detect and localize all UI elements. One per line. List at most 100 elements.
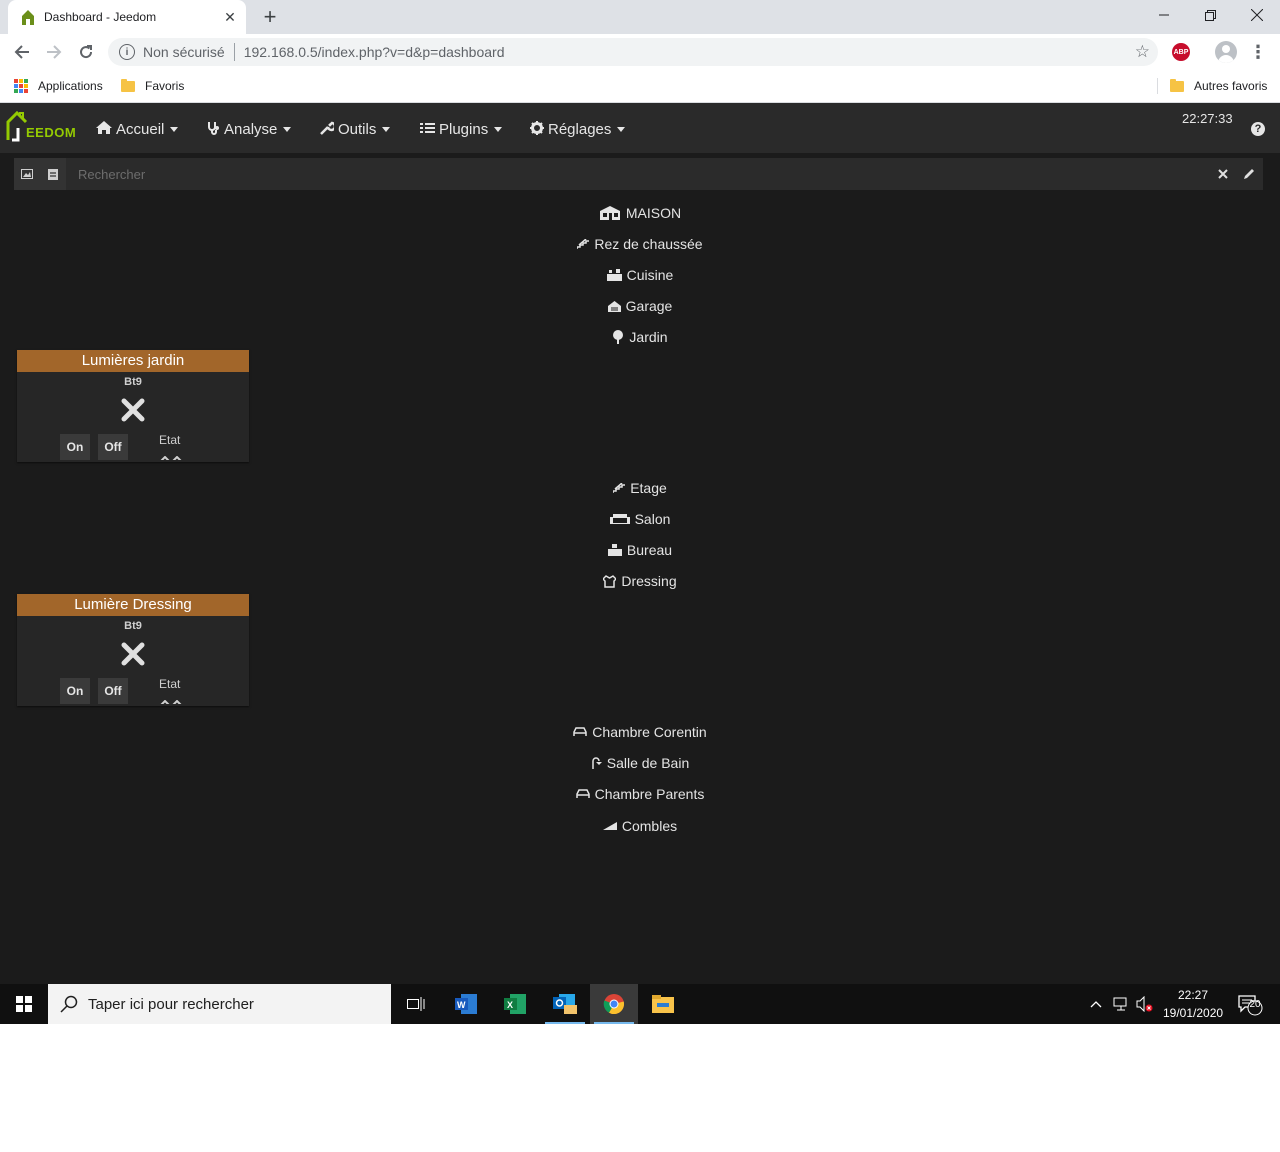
restore-button[interactable] xyxy=(1187,0,1233,30)
bookmark-applications[interactable]: Applications xyxy=(14,76,103,96)
widget-title[interactable]: Lumières jardin xyxy=(17,350,249,372)
widget-cmd-name: Bt9 xyxy=(124,376,142,388)
search-input[interactable] xyxy=(78,161,1210,187)
omnibox-separator xyxy=(233,43,235,61)
chevron-down-icon xyxy=(170,126,179,132)
stairs-icon xyxy=(577,239,590,249)
widget-cmd-name: Bt9 xyxy=(124,620,142,632)
state-off-x-icon[interactable] xyxy=(121,398,145,422)
room-jardin-label[interactable]: Jardin xyxy=(629,327,667,347)
edit-mode-button[interactable] xyxy=(1236,158,1262,190)
minimize-button[interactable] xyxy=(1141,0,1187,30)
taskbar-search-box[interactable]: Taper ici pour rechercher xyxy=(48,984,391,1024)
room-rdc-label[interactable]: Rez de chaussée xyxy=(594,234,702,254)
taskbar-file-explorer[interactable] xyxy=(639,984,687,1024)
menu-plugins-label: Plugins xyxy=(439,120,489,138)
room-bureau-label[interactable]: Bureau xyxy=(627,540,672,560)
reload-button[interactable] xyxy=(74,40,98,64)
tray-chevron-up-icon[interactable] xyxy=(1089,996,1103,1012)
jeedom-logo[interactable]: EEDOM xyxy=(6,110,78,146)
taskbar-outlook[interactable] xyxy=(541,984,589,1024)
menu-outils[interactable]: Outils xyxy=(320,119,391,139)
room-jardin: Jardin xyxy=(0,327,1280,347)
room-bureau: Bureau xyxy=(0,540,1280,560)
network-icon[interactable] xyxy=(1112,996,1130,1012)
pencil-icon xyxy=(1244,169,1254,179)
bookmark-star-icon[interactable]: ☆ xyxy=(1135,42,1150,62)
taskbar-date[interactable]: 19/01/2020 xyxy=(1163,1006,1223,1020)
menu-accueil[interactable]: Accueil xyxy=(96,119,179,139)
bookmarks-divider xyxy=(1157,78,1158,94)
picture-toggle-button[interactable] xyxy=(14,158,40,190)
forward-button[interactable] xyxy=(42,40,66,64)
browser-tabstrip: Dashboard - Jeedom ✕ + xyxy=(0,0,1280,34)
on-button[interactable]: On xyxy=(60,434,90,460)
bed-icon xyxy=(575,789,590,799)
hanger-icon xyxy=(603,574,617,588)
browser-menu-icon[interactable]: ⋮ xyxy=(1249,42,1267,62)
close-window-button[interactable] xyxy=(1234,0,1280,30)
sofa-icon xyxy=(609,513,630,525)
shower-icon xyxy=(591,757,602,769)
room-etage-label[interactable]: Etage xyxy=(630,478,667,498)
start-button[interactable] xyxy=(0,984,48,1024)
off-button[interactable]: Off xyxy=(98,678,128,704)
room-combles: Combles xyxy=(0,815,1280,835)
room-salon-label[interactable]: Salon xyxy=(635,509,671,529)
bookmark-autres-favoris[interactable]: Autres favoris xyxy=(1170,76,1267,96)
room-garage-label[interactable]: Garage xyxy=(626,296,673,316)
close-tab-icon[interactable]: ✕ xyxy=(220,7,240,27)
taskbar-word[interactable]: W xyxy=(442,984,490,1024)
info-icon[interactable]: i xyxy=(119,44,135,60)
clear-search-button[interactable] xyxy=(1210,158,1236,190)
profile-avatar-icon[interactable] xyxy=(1215,41,1237,63)
folder-icon xyxy=(121,78,135,92)
action-center-icon[interactable]: 20 xyxy=(1238,994,1264,1016)
apps-grid-icon xyxy=(14,79,28,93)
bookmark-favoris[interactable]: Favoris xyxy=(121,76,184,96)
new-tab-button[interactable]: + xyxy=(258,4,282,29)
room-dressing: Dressing xyxy=(0,571,1280,591)
task-view-button[interactable] xyxy=(392,984,440,1024)
room-chambre-corentin-label[interactable]: Chambre Corentin xyxy=(592,722,706,742)
word-icon: W xyxy=(455,994,477,1014)
taskbar-time[interactable]: 22:27 xyxy=(1178,988,1208,1002)
menu-plugins[interactable]: Plugins xyxy=(420,119,503,139)
wrench-icon xyxy=(320,121,337,138)
room-dressing-label[interactable]: Dressing xyxy=(621,571,676,591)
taskbar-chrome[interactable] xyxy=(590,984,638,1024)
state-off-x-icon[interactable] xyxy=(121,642,145,666)
menu-reglages[interactable]: Réglages xyxy=(530,119,626,139)
bookmark-applications-label: Applications xyxy=(38,79,103,93)
volume-muted-icon[interactable] xyxy=(1136,996,1154,1012)
room-salle-de-bain-label[interactable]: Salle de Bain xyxy=(607,753,690,773)
address-bar[interactable]: i Non sécurisé 192.168.0.5/index.php?v=d… xyxy=(108,38,1158,66)
app-clock: 22:27:33 xyxy=(1182,111,1233,126)
browser-toolbar: i Non sécurisé 192.168.0.5/index.php?v=d… xyxy=(0,34,1280,70)
room-salon: Salon xyxy=(0,509,1280,529)
menu-outils-label: Outils xyxy=(338,120,377,138)
back-button[interactable] xyxy=(10,40,34,64)
gear-icon xyxy=(530,120,544,138)
widget-title[interactable]: Lumière Dressing xyxy=(17,594,249,616)
room-etage: Etage xyxy=(0,478,1280,498)
summary-toggle-button[interactable] xyxy=(40,158,66,190)
equipment-widget-lumieres-jardin: Lumières jardin Bt9 On Off Etat xyxy=(17,350,249,462)
bookmark-autres-label: Autres favoris xyxy=(1194,79,1268,93)
room-chambre-corentin: Chambre Corentin xyxy=(0,722,1280,742)
browser-tab[interactable]: Dashboard - Jeedom ✕ xyxy=(8,0,246,34)
chevron-down-icon xyxy=(382,126,391,132)
off-button[interactable]: Off xyxy=(98,434,128,460)
url-text[interactable]: 192.168.0.5/index.php?v=d&p=dashboard xyxy=(244,44,505,60)
menu-analyse[interactable]: Analyse xyxy=(207,119,292,139)
svg-text:W: W xyxy=(457,1000,466,1010)
room-cuisine-label[interactable]: Cuisine xyxy=(627,265,674,285)
room-combles-label[interactable]: Combles xyxy=(622,816,677,836)
adblock-extension-icon[interactable]: ABP xyxy=(1172,43,1190,61)
taskbar-excel[interactable]: X xyxy=(491,984,539,1024)
room-rez-de-chaussee: Rez de chaussée xyxy=(0,234,1280,254)
on-button[interactable]: On xyxy=(60,678,90,704)
room-chambre-parents-label[interactable]: Chambre Parents xyxy=(595,784,705,804)
room-maison-label[interactable]: MAISON xyxy=(626,203,681,223)
help-icon[interactable]: ? xyxy=(1251,122,1265,136)
